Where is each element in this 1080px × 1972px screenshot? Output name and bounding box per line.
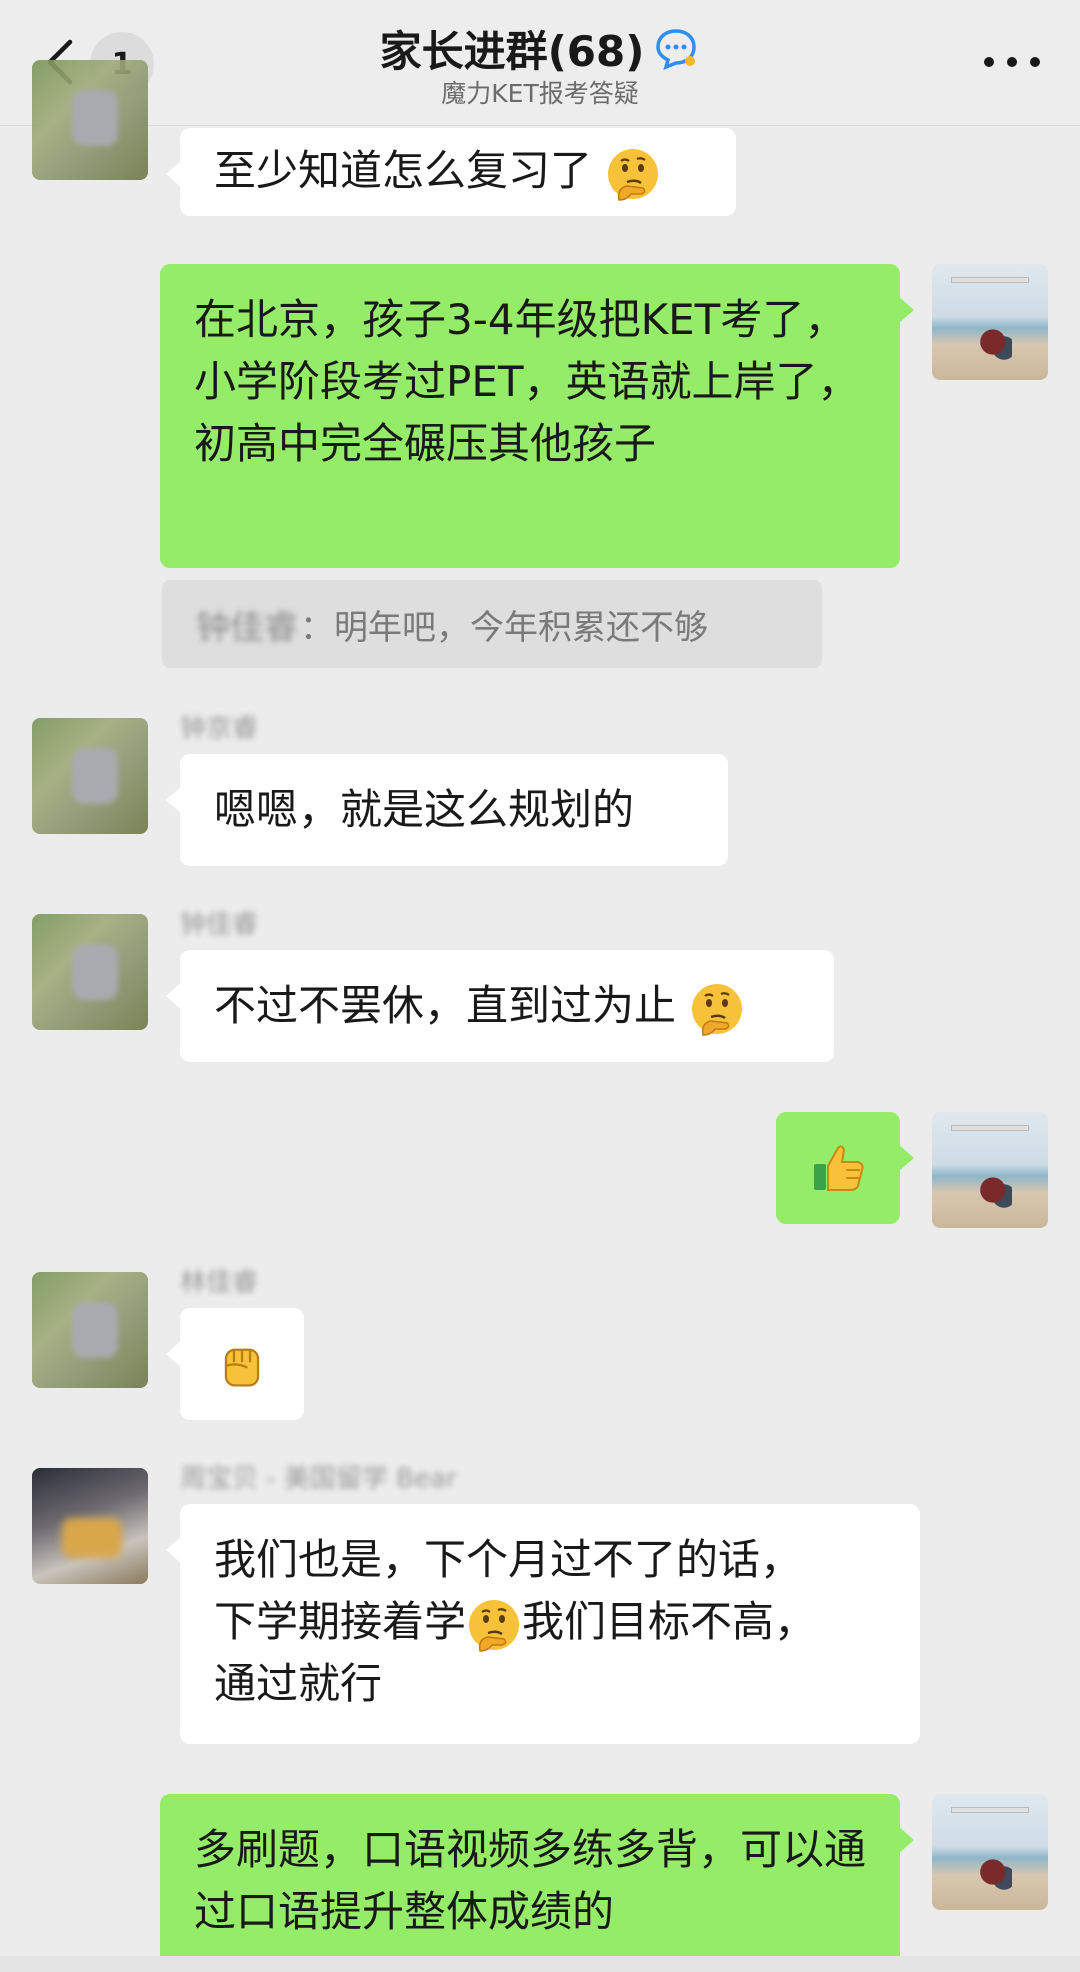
my-avatar[interactable] <box>932 1112 1048 1228</box>
sender-avatar[interactable] <box>32 1468 148 1584</box>
message-text: 至少知道怎么复习了 <box>214 146 593 195</box>
message-text: 多刷题，口语视频多练多背，可以通过口语提升整体成绩的 <box>194 1825 867 1936</box>
title-row: 家长进群(68) <box>0 18 1080 79</box>
message-bubble-outgoing[interactable] <box>776 1112 914 1224</box>
message-bubble-incoming[interactable]: 不过不罢休，直到过为止 <box>166 950 834 1062</box>
message-text-line: 我们也是，下个月过不了的话， <box>214 1535 803 1584</box>
sender-avatar[interactable] <box>32 914 148 1030</box>
group-title: 家长进群(68) <box>379 27 645 76</box>
sender-avatar[interactable] <box>32 1272 148 1388</box>
quoted-sender-name: 钟佳睿 <box>196 607 298 648</box>
raised-fist-icon <box>224 1348 260 1387</box>
my-avatar[interactable] <box>932 1794 1048 1910</box>
more-dot <box>1007 57 1017 67</box>
quoted-text: ：明年吧，今年积累还不够 <box>300 607 708 648</box>
bottom-edge <box>0 1956 1080 1972</box>
sender-name: 周宝贝 - 美国留学 Bear <box>180 1464 457 1494</box>
message-text-line: 下学期接着学 我们目标不高， <box>214 1591 886 1653</box>
message-text: 嗯嗯，就是这么规划的 <box>214 785 635 834</box>
sender-avatar[interactable] <box>32 718 148 834</box>
chat-header: 1 家长进群(68) 魔力KET报考答疑 <box>0 0 1080 126</box>
sender-avatar[interactable] <box>32 60 148 180</box>
message-bubble-incoming[interactable]: 我们也是，下个月过不了的话， 下学期接着学 我们目标不高， 通过就行 <box>166 1504 920 1744</box>
thumbs-up-icon <box>814 1145 864 1191</box>
message-text: 我们目标不高， <box>522 1597 817 1646</box>
thinking-face-icon <box>692 983 743 1036</box>
message-text-line: 通过就行 <box>214 1659 383 1708</box>
sender-name: 钟京睿 <box>180 714 259 744</box>
message-bubble-incoming[interactable]: 嗯嗯，就是这么规划的 <box>166 754 728 866</box>
chat-bubble-icon[interactable] <box>652 27 700 71</box>
thinking-face-icon <box>608 148 659 201</box>
thinking-face-icon <box>469 1599 520 1652</box>
message-text: 不过不罢休，直到过为止 <box>214 981 677 1030</box>
group-subtitle: 魔力KET报考答疑 <box>441 79 639 108</box>
sender-name: 林佳睿 <box>180 1268 259 1298</box>
message-bubble-incoming[interactable] <box>166 1308 304 1420</box>
message-bubble-incoming[interactable]: 至少知道怎么复习了 <box>166 128 736 216</box>
sender-name: 钟佳睿 <box>180 910 259 940</box>
more-dot <box>1030 57 1040 67</box>
message-bubble-outgoing[interactable]: 多刷题，口语视频多练多背，可以通过口语提升整体成绩的 <box>160 1794 914 1956</box>
message-bubble-outgoing[interactable]: 在北京，孩子3-4年级把KET考了，小学阶段考过PET，英语就上岸了，初高中完全… <box>160 264 914 568</box>
my-avatar[interactable] <box>932 264 1048 380</box>
quoted-message[interactable]: 钟佳睿 ：明年吧，今年积累还不够 <box>162 580 822 668</box>
message-text: 在北京，孩子3-4年级把KET考了，小学阶段考过PET，英语就上岸了，初高中完全… <box>194 295 860 468</box>
more-options-button[interactable] <box>984 52 1040 72</box>
message-text: 下学期接着学 <box>214 1597 467 1646</box>
more-dots-icon <box>984 57 994 67</box>
